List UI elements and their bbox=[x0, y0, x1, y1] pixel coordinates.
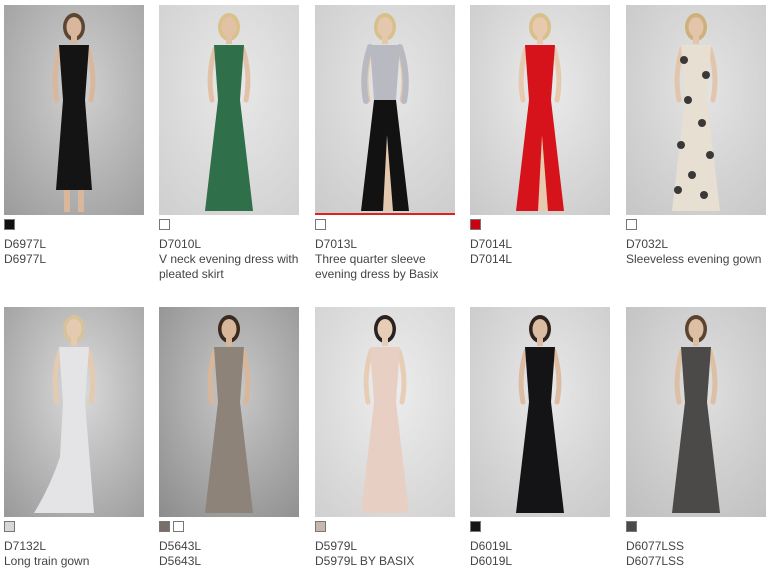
model-figure bbox=[159, 307, 299, 517]
product-card[interactable]: D5979L D5979L BY BASIX bbox=[315, 307, 455, 569]
product-description[interactable]: D6077LSS bbox=[626, 554, 766, 569]
color-swatch[interactable] bbox=[470, 219, 481, 230]
product-card[interactable]: D7032L Sleeveless evening gown bbox=[626, 5, 766, 267]
color-swatches bbox=[470, 521, 610, 533]
product-card[interactable]: D5643L D5643L bbox=[159, 307, 299, 569]
product-description[interactable]: D5979L BY BASIX bbox=[315, 554, 455, 569]
product-code[interactable]: D7014L bbox=[470, 237, 610, 252]
product-card[interactable]: D7013L Three quarter sleeve evening dres… bbox=[315, 5, 455, 282]
model-figure bbox=[470, 307, 610, 517]
product-photo[interactable] bbox=[4, 307, 144, 517]
model-figure bbox=[626, 307, 766, 517]
color-swatch[interactable] bbox=[173, 521, 184, 532]
product-grid: D6977L D6977L D7010L V neck evening dres… bbox=[0, 0, 770, 570]
product-photo[interactable] bbox=[4, 5, 144, 215]
product-code[interactable]: D7032L bbox=[626, 237, 766, 252]
color-swatches bbox=[315, 219, 455, 231]
model-figure bbox=[159, 5, 299, 215]
product-description[interactable]: D6977L bbox=[4, 252, 144, 267]
product-photo[interactable] bbox=[159, 5, 299, 215]
model-figure bbox=[4, 307, 144, 517]
color-swatch[interactable] bbox=[159, 521, 170, 532]
model-figure bbox=[470, 5, 610, 215]
model-figure bbox=[315, 5, 455, 213]
product-code[interactable]: D7132L bbox=[4, 539, 144, 554]
product-code[interactable]: D7013L bbox=[315, 237, 455, 252]
color-swatches bbox=[159, 521, 299, 533]
model-figure bbox=[4, 5, 144, 215]
product-code[interactable]: D6077LSS bbox=[626, 539, 766, 554]
product-card[interactable]: D7014L D7014L bbox=[470, 5, 610, 267]
product-description[interactable]: D7014L bbox=[470, 252, 610, 267]
product-description[interactable]: Sleeveless evening gown bbox=[626, 252, 766, 267]
product-code[interactable]: D7010L bbox=[159, 237, 299, 252]
product-card[interactable]: D7010L V neck evening dress with pleated… bbox=[159, 5, 299, 282]
product-description[interactable]: Three quarter sleeve evening dress by Ba… bbox=[315, 252, 455, 282]
product-card[interactable]: D6977L D6977L bbox=[4, 5, 144, 267]
color-swatches bbox=[626, 219, 766, 231]
color-swatch[interactable] bbox=[315, 219, 326, 230]
product-photo[interactable] bbox=[470, 307, 610, 517]
color-swatch[interactable] bbox=[4, 219, 15, 230]
model-figure bbox=[626, 5, 766, 215]
product-code[interactable]: D5643L bbox=[159, 539, 299, 554]
color-swatch[interactable] bbox=[4, 521, 15, 532]
product-photo[interactable] bbox=[315, 307, 455, 517]
model-figure bbox=[315, 307, 455, 517]
color-swatches bbox=[315, 521, 455, 533]
product-description[interactable]: Long train gown bbox=[4, 554, 144, 569]
color-swatches bbox=[4, 219, 144, 231]
product-code[interactable]: D6019L bbox=[470, 539, 610, 554]
color-swatch[interactable] bbox=[470, 521, 481, 532]
color-swatches bbox=[626, 521, 766, 533]
product-description[interactable]: D5643L bbox=[159, 554, 299, 569]
color-swatches bbox=[4, 521, 144, 533]
color-swatch[interactable] bbox=[315, 521, 326, 532]
product-photo[interactable] bbox=[470, 5, 610, 215]
product-photo[interactable] bbox=[159, 307, 299, 517]
product-card[interactable]: D6019L D6019L bbox=[470, 307, 610, 569]
product-description[interactable]: V neck evening dress with pleated skirt bbox=[159, 252, 299, 282]
product-card[interactable]: D7132L Long train gown bbox=[4, 307, 144, 569]
color-swatch[interactable] bbox=[626, 219, 637, 230]
color-swatch[interactable] bbox=[159, 219, 170, 230]
color-swatches bbox=[159, 219, 299, 231]
color-swatch[interactable] bbox=[626, 521, 637, 532]
color-swatches bbox=[470, 219, 610, 231]
product-photo[interactable] bbox=[626, 307, 766, 517]
product-photo[interactable] bbox=[315, 5, 455, 215]
product-code[interactable]: D6977L bbox=[4, 237, 144, 252]
product-card[interactable]: D6077LSS D6077LSS bbox=[626, 307, 766, 569]
product-description[interactable]: D6019L bbox=[470, 554, 610, 569]
product-code[interactable]: D5979L bbox=[315, 539, 455, 554]
product-photo[interactable] bbox=[626, 5, 766, 215]
